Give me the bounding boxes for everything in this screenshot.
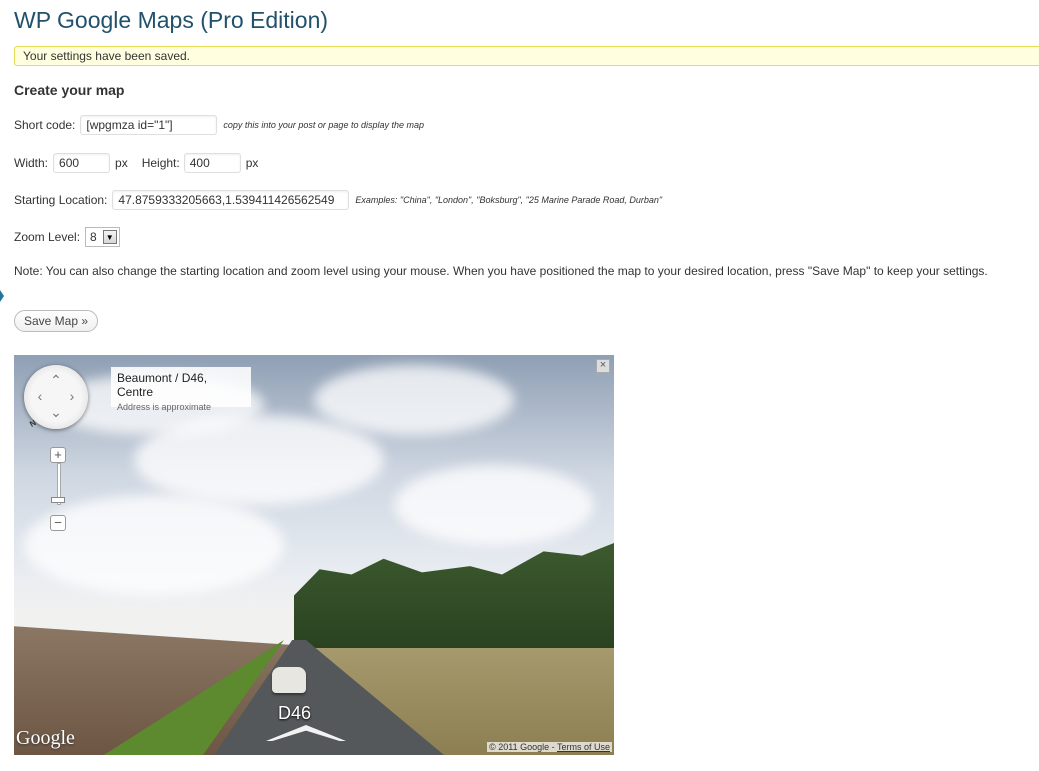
section-title: Create your map: [14, 82, 125, 98]
height-label: Height:: [141, 156, 180, 170]
notice-text: Your settings have been saved.: [23, 49, 191, 63]
pan-left-icon[interactable]: ‹: [33, 389, 47, 403]
cloud: [24, 495, 284, 595]
car: [272, 667, 306, 693]
height-input[interactable]: [183, 153, 241, 173]
pan-down-icon[interactable]: ⌄: [49, 405, 63, 419]
height-unit: px: [245, 156, 259, 170]
settings-saved-notice: Your settings have been saved.: [14, 46, 1039, 66]
chevron-down-icon[interactable]: ▼: [102, 230, 117, 244]
road-label: D46: [278, 703, 312, 723]
zoom-in-icon[interactable]: +: [50, 447, 66, 463]
save-map-button[interactable]: Save Map »: [14, 310, 99, 332]
shortcode-row: Short code: copy this into your post or …: [14, 115, 424, 135]
zoom-row: Zoom Level: 8 ▼: [14, 227, 120, 247]
map-copyright: © 2011 Google - Terms of Use: [487, 742, 612, 752]
shortcode-input[interactable]: [80, 115, 218, 135]
cloud: [394, 465, 594, 545]
terms-of-use-link[interactable]: Terms of Use: [557, 742, 610, 752]
shortcode-hint: copy this into your post or page to disp…: [223, 120, 424, 130]
zoom-label: Zoom Level:: [14, 230, 81, 244]
address-text: Beaumont / D46, Centre: [117, 371, 208, 399]
location-label: Starting Location:: [14, 193, 108, 207]
location-hint: Examples: "China", "London", "Boksburg",…: [355, 195, 663, 205]
zoom-out-icon[interactable]: −: [50, 515, 66, 531]
zoom-level-select[interactable]: 8 ▼: [85, 227, 120, 247]
tree-line: [294, 543, 614, 648]
left-edge-marker: [0, 290, 4, 302]
cloud: [134, 415, 384, 505]
note-text: Note: You can also change the starting l…: [14, 264, 988, 278]
pan-up-icon[interactable]: ⌃: [49, 373, 63, 387]
address-approx: Address is approximate: [117, 402, 212, 412]
width-unit: px: [115, 156, 128, 170]
zoom-slider-thumb[interactable]: [51, 497, 65, 503]
address-box: Beaumont / D46, Centre Address is approx…: [111, 367, 251, 412]
close-icon[interactable]: ×: [596, 359, 610, 373]
width-label: Width:: [14, 156, 49, 170]
dimensions-row: Width: px Height: px: [14, 153, 258, 173]
page-title: WP Google Maps (Pro Edition): [14, 7, 329, 33]
width-input[interactable]: [53, 153, 111, 173]
shortcode-label: Short code:: [14, 118, 76, 132]
starting-location-input[interactable]: [112, 190, 350, 210]
google-logo: Google: [16, 727, 75, 749]
copyright-text: © 2011 Google -: [489, 742, 555, 752]
zoom-level-value: 8: [90, 230, 97, 244]
cloud: [314, 365, 514, 435]
location-row: Starting Location: Examples: "China", "L…: [14, 190, 662, 210]
pan-right-icon[interactable]: ›: [65, 389, 79, 403]
street-view-map[interactable]: ⌃ ⌄ ‹ › N + − Beaumont / D46, Centre Add…: [14, 355, 614, 755]
